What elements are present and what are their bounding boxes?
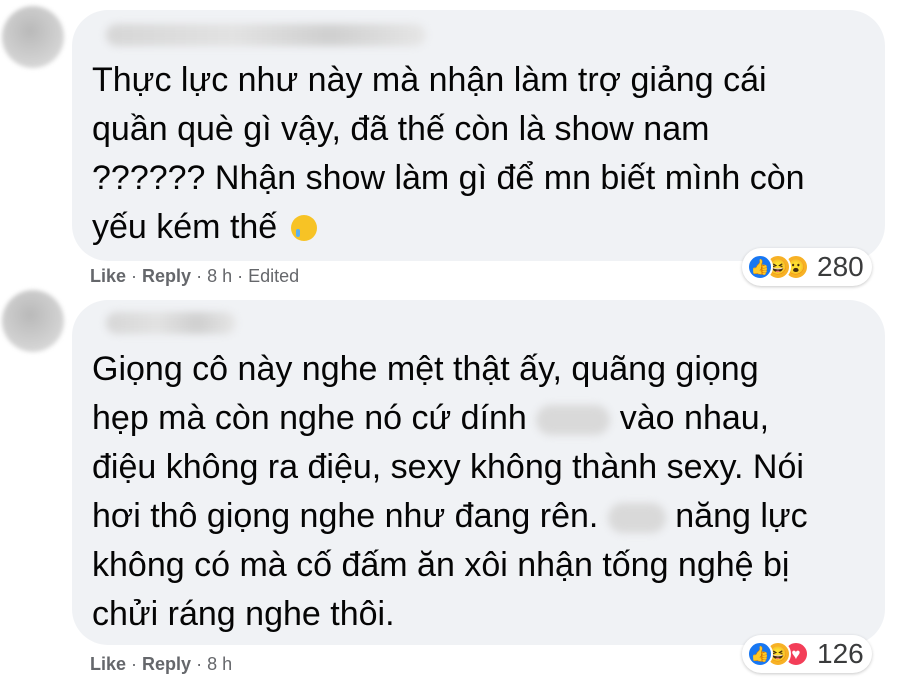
comment-line: hẹp mà còn nghe nó cứ dính [92,399,527,437]
reactions-summary[interactable]: 👍 😆 ♥ 126 [742,635,872,673]
reaction-count: 126 [817,638,864,669]
redacted-word [607,503,666,534]
edited-label: Edited [248,266,300,286]
reactions-summary[interactable]: 👍 😆 😮 280 [742,248,872,286]
crying-face-icon [290,215,317,241]
commenter-avatar[interactable] [2,290,64,352]
comment-line: năng lực [675,497,808,535]
like-reaction-icon: 👍 [747,641,773,667]
redacted-word [536,405,611,436]
comment-text: Thực lực như này mà nhận làm trợ giảng c… [92,56,805,252]
comment-actions: Like · Reply · 8 h · Edited [90,266,300,286]
like-button[interactable]: Like [90,654,126,674]
comment-line: ?????? Nhận show làm gì để mn biết mình … [92,159,805,197]
timestamp[interactable]: 8 h [207,266,232,286]
like-button[interactable]: Like [90,266,126,286]
timestamp[interactable]: 8 h [207,654,232,674]
reaction-count: 280 [817,251,864,282]
comment-text: Giọng cô này nghe mệt thật ấy, quãng giọ… [92,345,808,639]
comment-line: yếu kém thế [92,208,278,246]
comment-line: Giọng cô này nghe mệt thật ấy, quãng giọ… [92,350,759,388]
comment-line: Thực lực như này mà nhận làm trợ giảng c… [92,61,767,99]
comment-bubble: Giọng cô này nghe mệt thật ấy, quãng giọ… [72,300,885,645]
author-name-redacted[interactable] [106,24,426,46]
comment-line: quần què gì vậy, đã thế còn là show nam [92,110,710,148]
comment-line: chửi ráng nghe thôi. [92,595,395,633]
comment-bubble: Thực lực như này mà nhận làm trợ giảng c… [72,10,885,261]
comment-line: điệu không ra điệu, sexy không thành sex… [92,448,804,486]
comment-line: không có mà cố đấm ăn xôi nhận tống nghệ… [92,546,790,584]
commenter-avatar[interactable] [2,6,64,68]
reply-button[interactable]: Reply [142,266,191,286]
comment-line: vào nhau, [619,399,770,437]
like-reaction-icon: 👍 [747,254,773,280]
author-name-redacted[interactable] [106,312,236,334]
reply-button[interactable]: Reply [142,654,191,674]
comment-actions: Like · Reply · 8 h [90,654,233,674]
comment-line: hơi thô giọng nghe như đang rên. [92,497,599,535]
